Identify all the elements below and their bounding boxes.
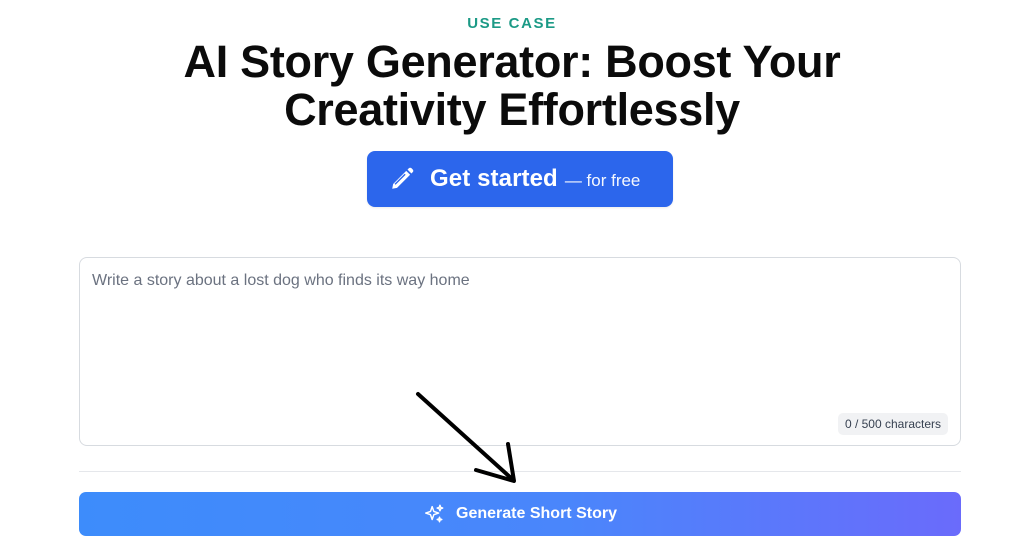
character-counter: 0 / 500 characters <box>837 413 948 435</box>
page: USE CASE AI Story Generator: Boost Your … <box>0 0 1024 559</box>
divider <box>79 471 961 472</box>
get-started-label: Get started <box>430 165 558 192</box>
eyebrow-label: USE CASE <box>467 15 557 32</box>
page-title: AI Story Generator: Boost Your Creativit… <box>183 36 841 135</box>
generate-short-story-button[interactable]: Generate Short Story <box>79 492 961 536</box>
get-started-button[interactable]: Get started — for free <box>367 151 673 207</box>
pencil-icon <box>389 166 415 192</box>
story-prompt-box: 0 / 500 characters <box>79 257 961 446</box>
generate-short-story-label: Generate Short Story <box>456 505 617 522</box>
story-prompt-input[interactable] <box>80 258 960 445</box>
for-free-label: — for free <box>564 171 641 190</box>
sparkle-icon <box>423 503 445 525</box>
